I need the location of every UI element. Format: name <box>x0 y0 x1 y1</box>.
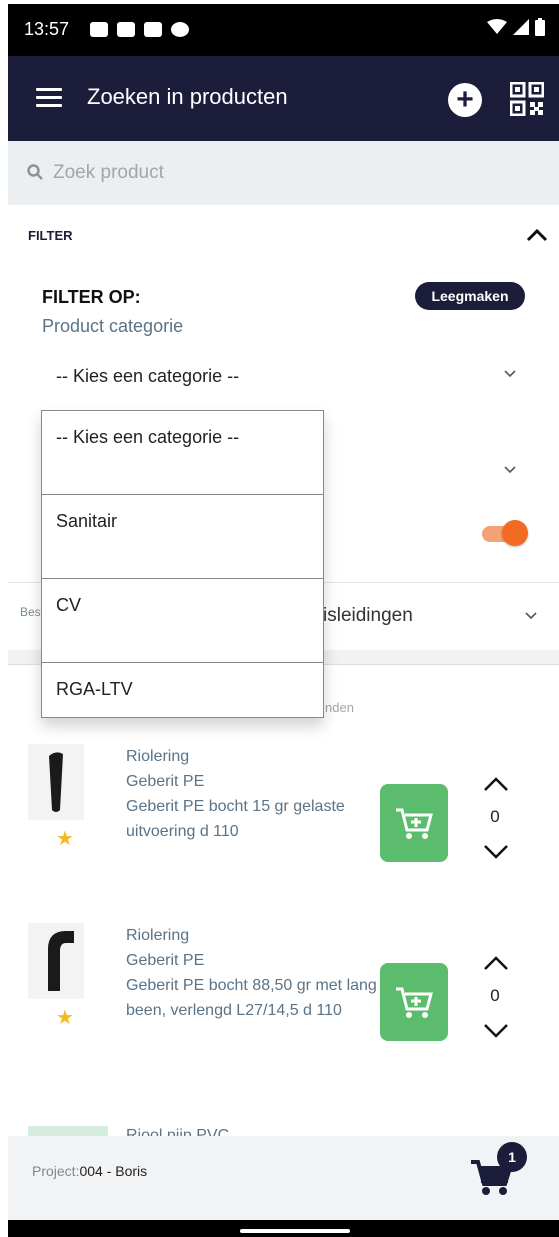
product-category: Riolering <box>126 927 190 944</box>
chevron-down-icon <box>504 466 516 474</box>
filter-header[interactable]: FILTER <box>28 228 73 243</box>
teams-icon <box>90 22 108 37</box>
quantity-value: 0 <box>490 986 500 1005</box>
results-count: nden <box>325 700 354 715</box>
add-to-cart-button[interactable] <box>380 784 448 862</box>
system-nav-bar <box>8 1220 559 1237</box>
chevron-down-icon[interactable] <box>483 1023 509 1039</box>
product-category: Riool pijp PVC <box>126 1127 230 1136</box>
category-label: Product categorie <box>42 316 184 336</box>
chevron-up-icon[interactable] <box>483 776 509 792</box>
add-cart-icon <box>396 808 433 839</box>
cart-count-badge: 1 <box>497 1142 527 1172</box>
page-title: Zoeken in producten <box>87 84 288 109</box>
search-input[interactable] <box>53 155 533 191</box>
favorite-star-icon[interactable]: ★ <box>56 826 74 851</box>
dropdown-option[interactable]: -- Kies een categorie -- <box>42 411 323 495</box>
dropdown-option[interactable]: CV <box>42 579 323 663</box>
status-time: 13:57 <box>24 19 70 39</box>
chevron-down-icon[interactable] <box>483 844 509 860</box>
quantity-value: 0 <box>490 807 500 826</box>
product-image <box>28 923 84 999</box>
subcategory-select[interactable]: isleidingen <box>323 605 413 627</box>
dropdown-option[interactable]: RGA-LTV <box>42 663 323 717</box>
sync-icon <box>171 22 189 37</box>
product-text: Riolering Geberit PE Geberit PE bocht 88… <box>126 923 386 1023</box>
outlook-icon <box>144 22 162 37</box>
filter-toggle[interactable] <box>482 520 528 546</box>
sort-label: Bes <box>20 605 41 619</box>
product-brand: Geberit PE <box>126 952 205 969</box>
chevron-down-icon <box>525 612 537 620</box>
category-dropdown-list: -- Kies een categorie -- Sanitair CV RGA… <box>41 410 324 718</box>
product-description: Geberit PE bocht 15 gr gelaste uitvoerin… <box>126 798 345 840</box>
wifi-icon <box>487 19 507 34</box>
status-bar: 13:57 <box>8 4 559 56</box>
project-label: Project: <box>32 1163 80 1179</box>
product-brand: Geberit PE <box>126 773 205 790</box>
qr-code-icon[interactable] <box>510 82 544 116</box>
search-icon <box>27 164 43 180</box>
product-image <box>28 744 84 820</box>
system-icons <box>487 18 545 36</box>
product-image <box>28 1126 108 1136</box>
notification-icons <box>90 22 189 37</box>
project-value: 004 - Boris <box>79 1163 148 1179</box>
plus-circle-icon[interactable]: + <box>448 83 482 117</box>
home-gesture-handle[interactable] <box>240 1229 350 1233</box>
outlook-icon <box>117 22 135 37</box>
hamburger-icon[interactable] <box>36 88 62 108</box>
add-to-cart-button[interactable] <box>380 963 448 1041</box>
chevron-up-icon[interactable] <box>483 955 509 971</box>
product-item[interactable]: ★ Riolering Geberit PE Geberit PE bocht … <box>8 744 559 884</box>
project-info: Project:004 - Boris <box>32 1163 147 1179</box>
dropdown-option[interactable]: Sanitair <box>42 495 323 579</box>
category-select[interactable]: -- Kies een categorie -- <box>56 366 239 387</box>
bottom-bar: Project:004 - Boris 1 <box>8 1136 559 1220</box>
battery-icon <box>535 18 545 36</box>
filter-by-title: FILTER OP: <box>42 287 141 307</box>
product-category: Riolering <box>126 748 190 765</box>
add-cart-icon <box>396 987 433 1018</box>
product-text: Riolering Geberit PE Geberit PE bocht 15… <box>126 744 386 844</box>
search-bar <box>8 141 559 205</box>
chevron-up-icon[interactable] <box>526 228 548 242</box>
clear-filter-button[interactable]: Leegmaken <box>415 282 525 310</box>
product-description: Geberit PE bocht 88,50 gr met lang been,… <box>126 977 377 1019</box>
product-item[interactable]: ★ Riolering Geberit PE Geberit PE bocht … <box>8 923 559 1063</box>
favorite-star-icon[interactable]: ★ <box>56 1005 74 1030</box>
app-bar: Zoeken in producten + <box>8 56 559 141</box>
signal-icon <box>513 19 529 35</box>
chevron-down-icon <box>504 370 516 378</box>
